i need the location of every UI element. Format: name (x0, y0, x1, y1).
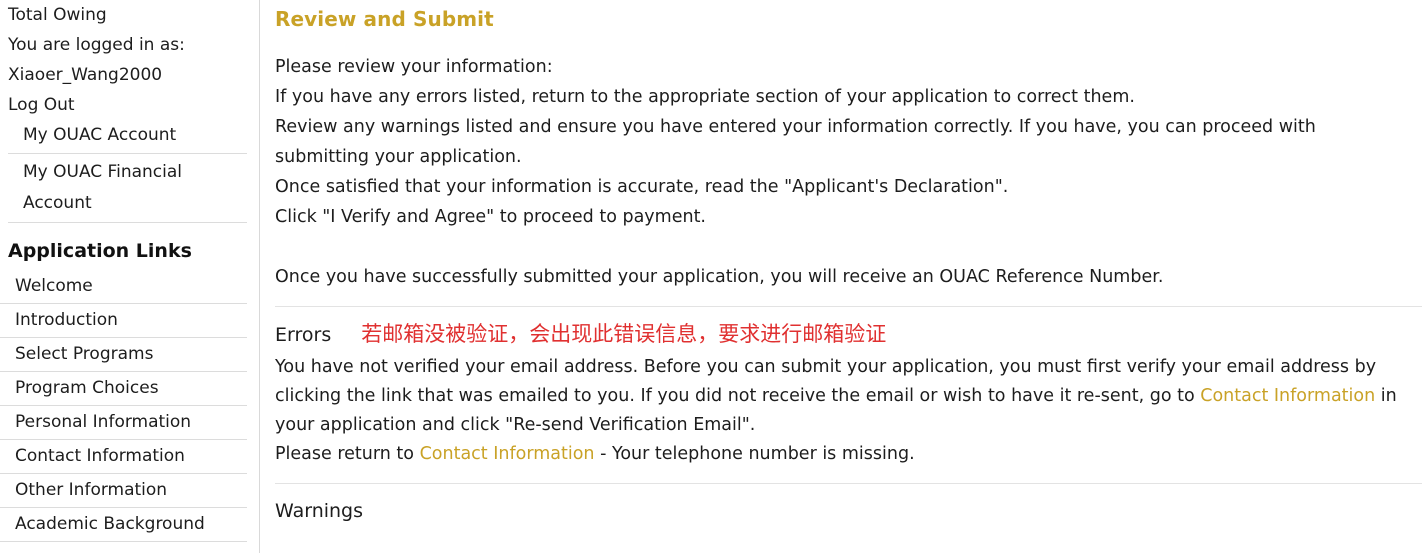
error-message-telephone: Please return to Contact Information - Y… (275, 440, 1415, 469)
sidebar-item-personal-information[interactable]: Personal Information (0, 406, 247, 440)
intro-line-1: Please review your information: (275, 57, 553, 77)
sidebar-item-program-choices[interactable]: Program Choices (0, 372, 247, 406)
errors-body: You have not verified your email address… (275, 353, 1428, 469)
error-message-email: You have not verified your email address… (275, 353, 1415, 440)
section-rule-warnings (275, 483, 1422, 484)
total-owing-label: Total Owing (8, 5, 107, 25)
log-out-link[interactable]: Log Out (8, 90, 249, 120)
errors-header-row: Errors 若邮箱没被验证，会出现此错误信息，要求进行邮箱验证 (275, 320, 1428, 349)
sidebar-item-welcome[interactable]: Welcome (0, 270, 247, 304)
logged-in-label: You are logged in as: (8, 35, 185, 55)
application-links-list: Welcome Introduction Select Programs Pro… (0, 270, 259, 542)
errors-heading: Errors (275, 324, 332, 346)
page-root: Total Owing You are logged in as: Xiaoer… (0, 0, 1428, 553)
sidebar-divider (8, 153, 247, 154)
warnings-heading: Warnings (275, 500, 364, 522)
username-value: Xiaoer_Wang2000 (8, 65, 163, 85)
sidebar-item-introduction[interactable]: Introduction (0, 304, 247, 338)
error-phone-text-2: - Your telephone number is missing. (594, 444, 915, 464)
contact-information-link-2[interactable]: Contact Information (420, 444, 595, 464)
error-phone-text-1: Please return to (275, 444, 420, 464)
intro-spacer (275, 232, 1428, 262)
sidebar-divider-2 (8, 222, 247, 223)
contact-information-link-1[interactable]: Contact Information (1200, 386, 1375, 406)
errors-annotation-text: 若邮箱没被验证，会出现此错误信息，要求进行邮箱验证 (361, 322, 887, 346)
account-block: Total Owing You are logged in as: Xiaoer… (0, 0, 259, 150)
intro-line-4: Once satisfied that your information is … (275, 177, 1009, 197)
intro-line-2: If you have any errors listed, return to… (275, 87, 1135, 107)
sidebar-item-my-ouac-financial-account[interactable]: My OUAC Financial Account (8, 157, 249, 219)
sidebar-item-contact-information[interactable]: Contact Information (0, 440, 247, 474)
sidebar-item-my-ouac-account[interactable]: My OUAC Account (8, 120, 249, 150)
financial-account-block: My OUAC Financial Account (0, 157, 259, 219)
sidebar-item-academic-background[interactable]: Academic Background (0, 508, 247, 542)
sidebar-item-select-programs[interactable]: Select Programs (0, 338, 247, 372)
intro-line-5: Click "I Verify and Agree" to proceed to… (275, 207, 706, 227)
page-title: Review and Submit (275, 7, 494, 31)
section-rule-errors (275, 306, 1422, 307)
reference-number-line: Once you have successfully submitted you… (275, 267, 1164, 287)
sidebar: Total Owing You are logged in as: Xiaoer… (0, 0, 260, 553)
intro-line-3: Review any warnings listed and ensure yo… (275, 117, 1316, 167)
main-content: Review and Submit Please review your inf… (260, 0, 1428, 553)
sidebar-item-other-information[interactable]: Other Information (0, 474, 247, 508)
application-links-heading: Application Links (8, 240, 192, 262)
intro-block: Please review your information: If you h… (275, 52, 1428, 292)
